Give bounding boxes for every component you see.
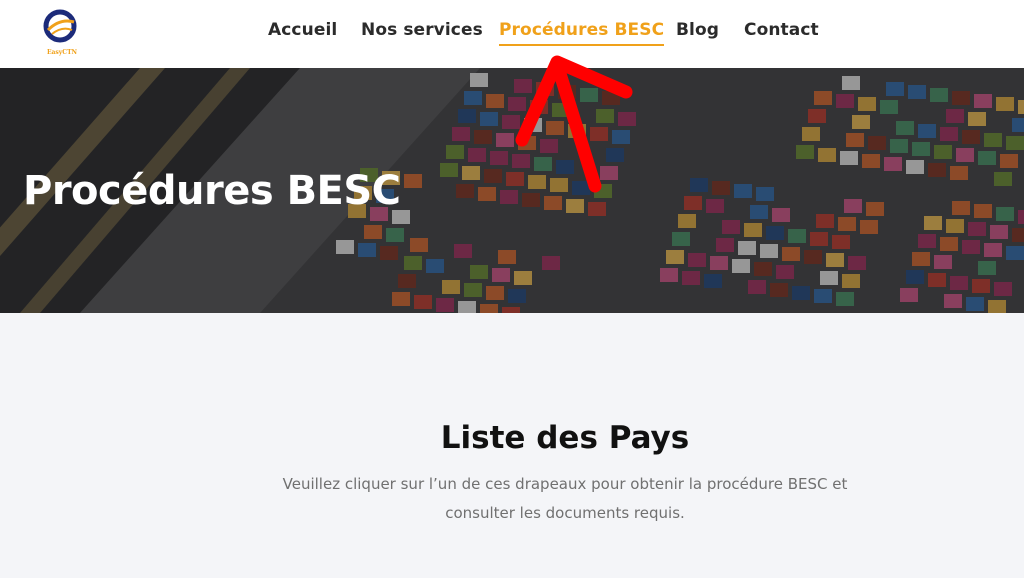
nav-accueil[interactable]: Accueil [268, 20, 337, 40]
nav-blog[interactable]: Blog [676, 20, 719, 40]
nav-nos-services[interactable]: Nos services [361, 20, 483, 40]
nav-contact[interactable]: Contact [744, 20, 819, 40]
section-description: Veuillez cliquer sur l’un de ces drapeau… [282, 475, 848, 522]
section-title: Liste des Pays [440, 420, 690, 456]
site-header: EasyCTN Accueil Nos services Procédures … [0, 0, 1024, 68]
main-nav: Accueil Nos services Procédures BESC Blo… [0, 0, 1024, 68]
hero-banner: Procédures BESC [0, 68, 1024, 313]
hero-title: Procédures BESC [23, 168, 401, 214]
nav-procedures-besc[interactable]: Procédures BESC [499, 20, 665, 46]
